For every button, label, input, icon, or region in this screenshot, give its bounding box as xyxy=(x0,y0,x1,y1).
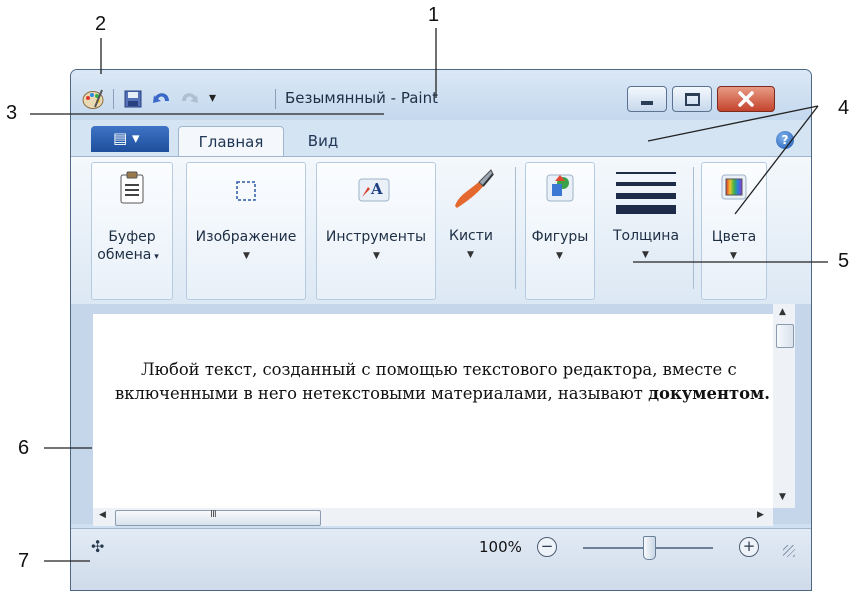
callout-leaders xyxy=(30,28,828,562)
